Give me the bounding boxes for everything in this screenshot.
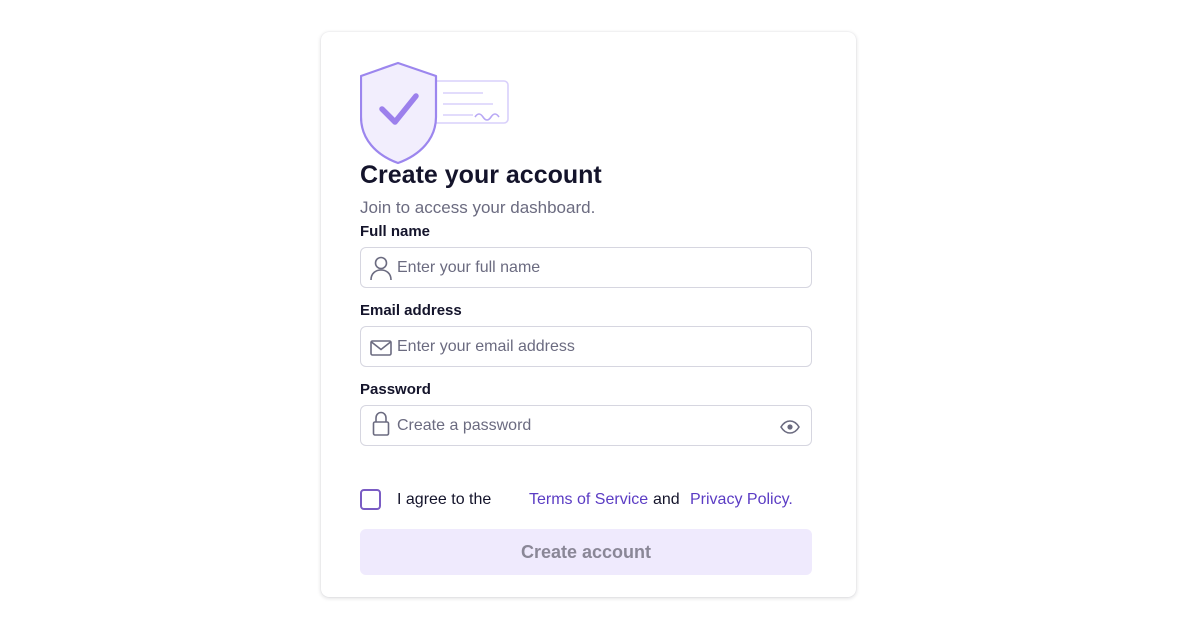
shield-check-illustration bbox=[360, 61, 509, 165]
terms-agreement: I agree to the Terms of Service and Priv… bbox=[360, 489, 820, 511]
signup-card: Create your account Join to access your … bbox=[321, 32, 856, 597]
page-title: Create your account bbox=[360, 161, 602, 189]
eye-icon[interactable] bbox=[779, 416, 801, 438]
email-label: Email address bbox=[360, 302, 462, 319]
email-input[interactable] bbox=[397, 327, 767, 366]
password-label: Password bbox=[360, 381, 431, 398]
user-icon bbox=[369, 255, 393, 281]
password-input[interactable] bbox=[397, 406, 767, 445]
agree-conjunction-text: and bbox=[653, 491, 680, 508]
full-name-field[interactable] bbox=[360, 247, 812, 288]
create-account-button[interactable]: Create account bbox=[360, 529, 812, 575]
page-subtitle: Join to access your dashboard. bbox=[360, 198, 596, 217]
full-name-input[interactable] bbox=[397, 248, 767, 287]
privacy-policy-link[interactable]: Privacy Policy. bbox=[690, 491, 793, 509]
terms-checkbox[interactable] bbox=[360, 489, 381, 510]
shield-icon bbox=[360, 61, 438, 165]
envelope-icon bbox=[369, 335, 393, 361]
agree-prefix-text: I agree to the bbox=[397, 491, 492, 508]
terms-of-service-link[interactable]: Terms of Service bbox=[529, 491, 648, 509]
password-field[interactable] bbox=[360, 405, 812, 446]
document-card-icon bbox=[427, 80, 509, 124]
full-name-label: Full name bbox=[360, 223, 431, 240]
lock-icon bbox=[369, 411, 393, 437]
email-field[interactable] bbox=[360, 326, 812, 367]
